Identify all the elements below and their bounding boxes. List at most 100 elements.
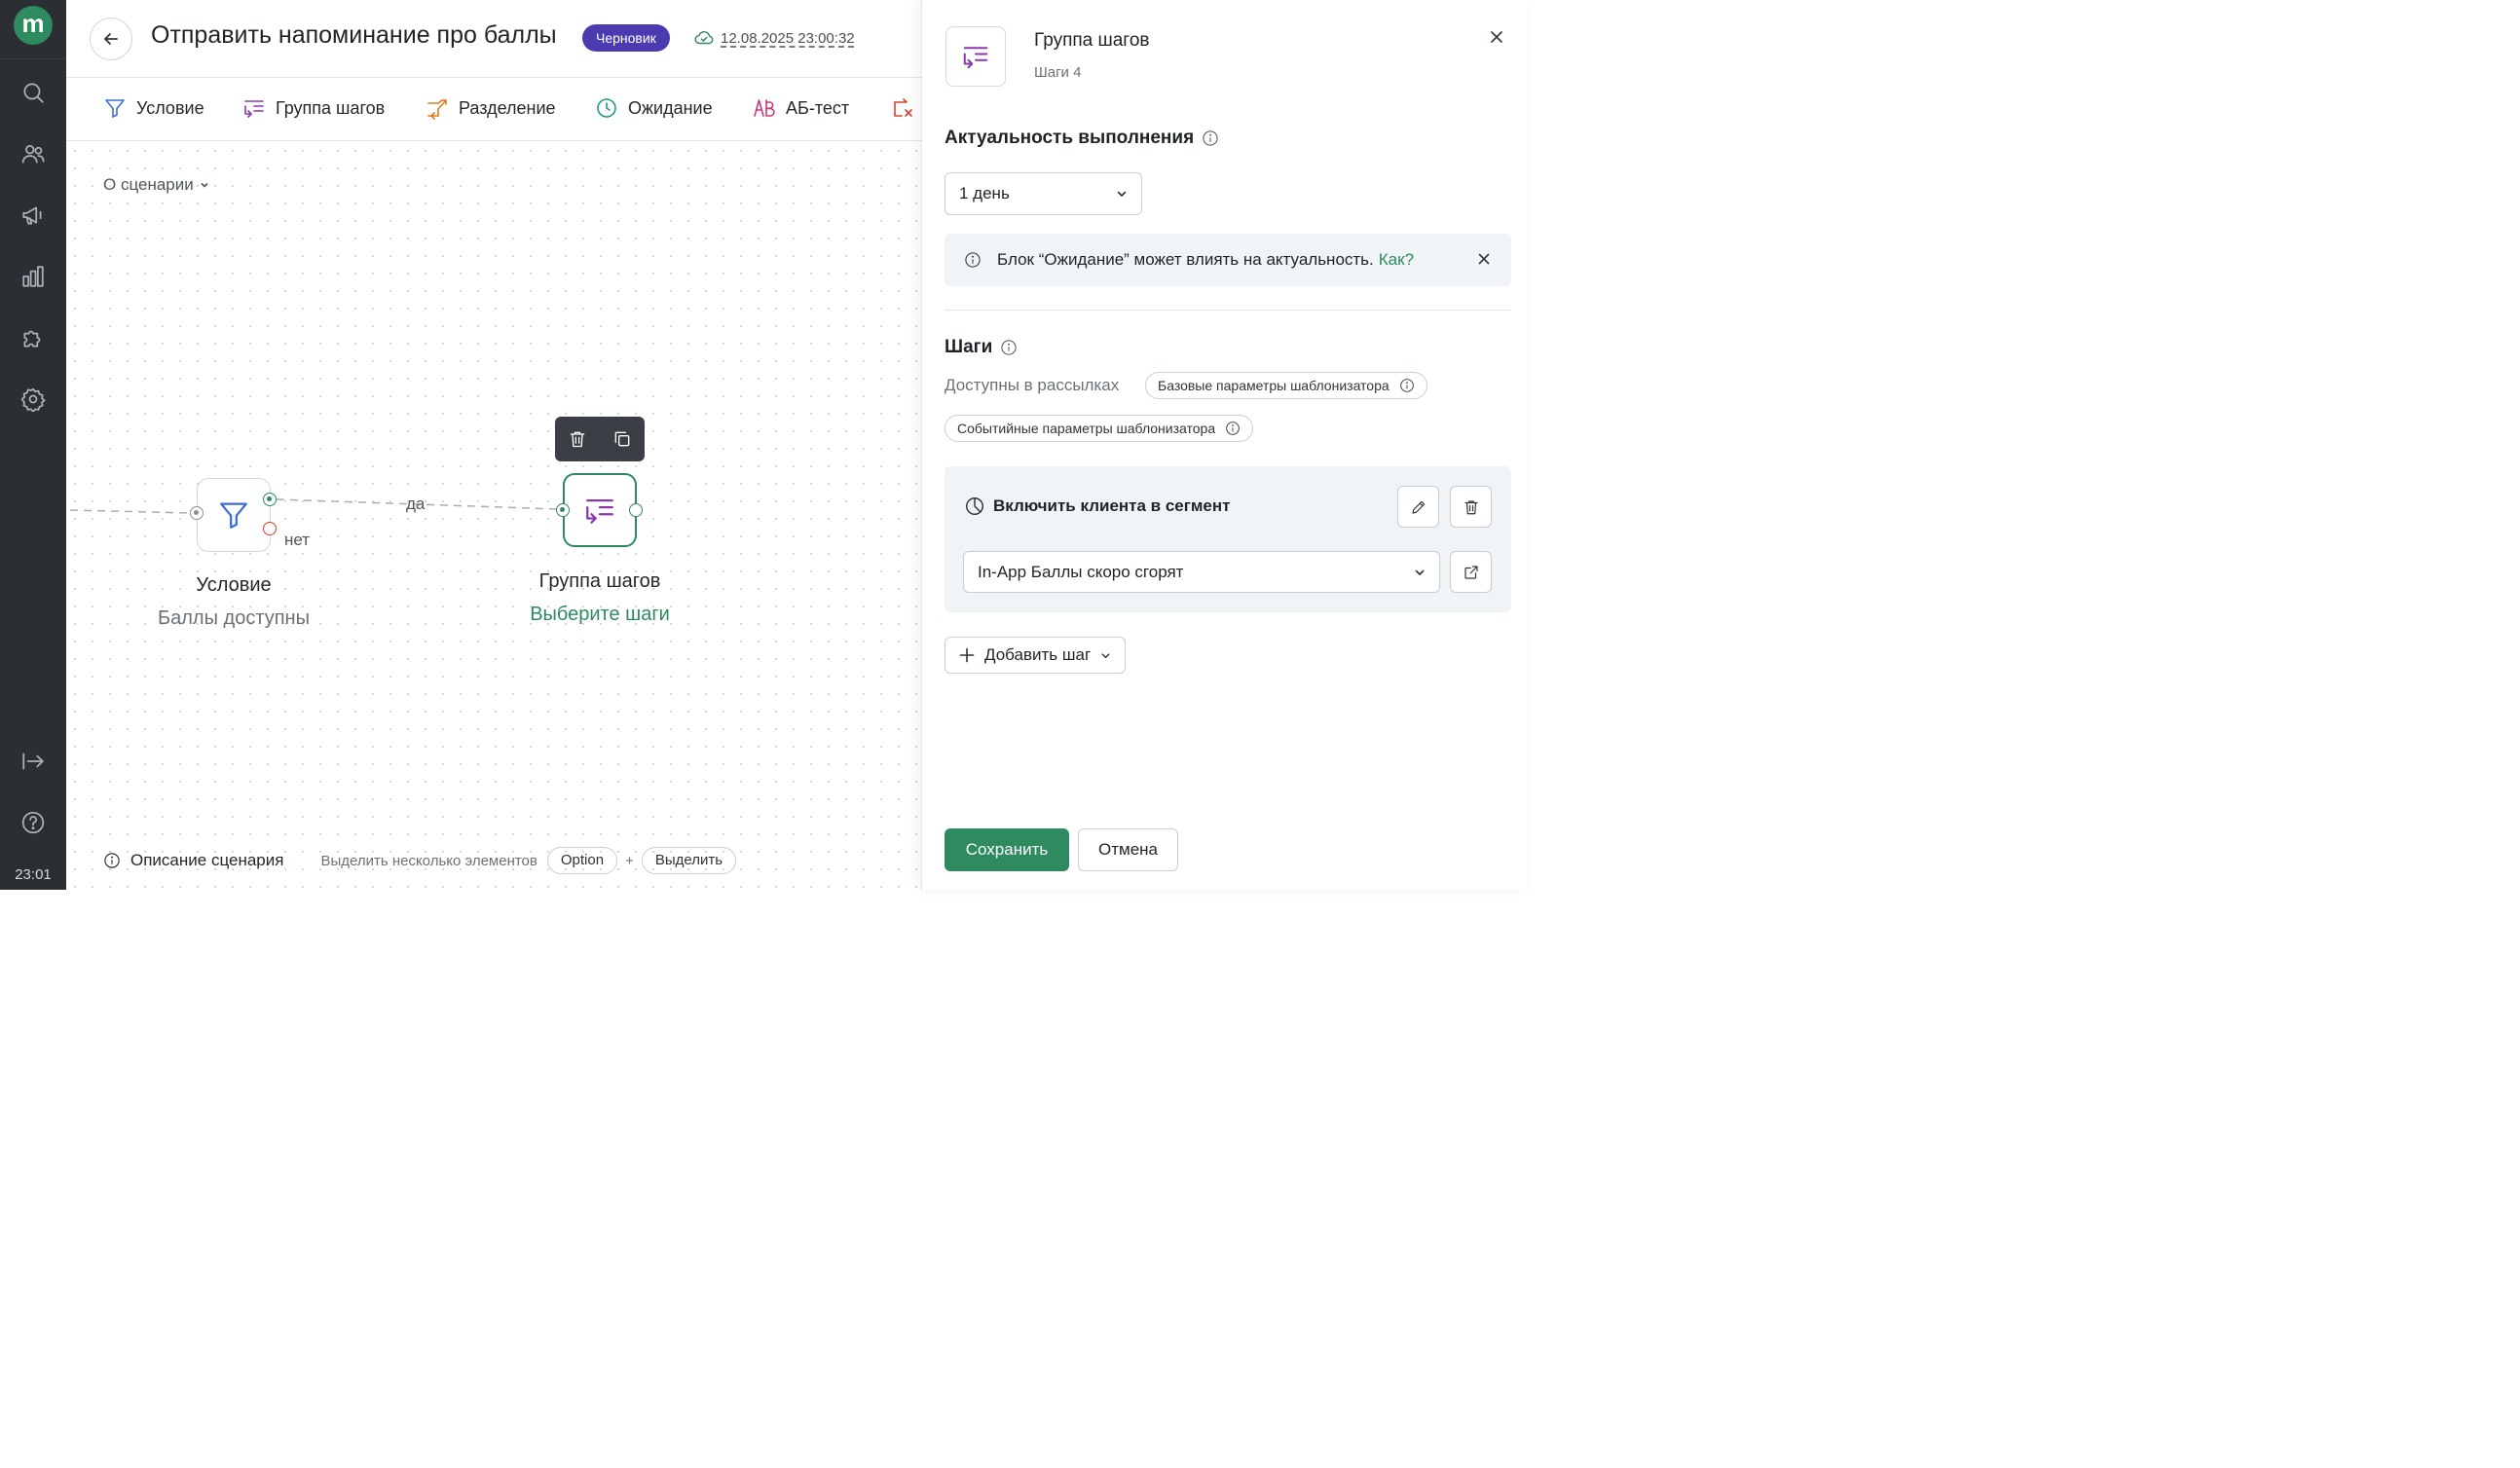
toolbar-exit[interactable] — [891, 96, 914, 120]
condition-node-title: Условие — [196, 574, 272, 596]
toolbar-wait-label: Ожидание — [628, 97, 713, 118]
chart-icon[interactable] — [19, 262, 48, 291]
key-select: Выделить — [641, 847, 737, 874]
steps-heading: Шаги — [945, 337, 1018, 358]
key-option: Option — [546, 847, 618, 874]
panel-close-button[interactable] — [1487, 27, 1506, 47]
save-button[interactable]: Сохранить — [945, 828, 1069, 871]
info-icon[interactable] — [1202, 129, 1219, 147]
chip-event-params[interactable]: Событийные параметры шаблонизатора — [945, 415, 1254, 442]
incoming-edge — [69, 509, 192, 514]
step-card: Включить клиента в сегмент In-App Баллы … — [945, 466, 1511, 612]
pencil-icon — [1411, 500, 1425, 514]
steps-group-node-subtitle[interactable]: Выберите шаги — [502, 604, 697, 626]
megaphone-icon[interactable] — [19, 201, 48, 230]
key-plus: + — [625, 852, 634, 869]
steps-group-input-port[interactable] — [556, 503, 570, 517]
trash-icon[interactable] — [568, 429, 587, 449]
toolbar-condition[interactable]: Условие — [103, 96, 204, 120]
toolbar-split[interactable]: Разделение — [426, 96, 556, 120]
back-button[interactable] — [90, 18, 132, 60]
condition-node[interactable] — [197, 478, 271, 552]
toolbar-split-label: Разделение — [459, 97, 556, 118]
toolbar-steps-group-label: Группа шагов — [276, 97, 386, 118]
exit-icon — [894, 98, 912, 117]
alert-close-button[interactable] — [1476, 251, 1492, 267]
edge-no-label: нет — [284, 531, 311, 549]
left-nav: m 23:01 — [0, 0, 66, 890]
cancel-button[interactable]: Отмена — [1078, 828, 1178, 871]
panel-title: Группа шагов — [1034, 30, 1150, 51]
users-icon[interactable] — [19, 139, 48, 168]
condition-yes-port[interactable] — [263, 493, 277, 506]
close-icon — [1478, 253, 1490, 265]
toolbar-condition-label: Условие — [136, 97, 204, 118]
chip-event-params-label: Событийные параметры шаблонизатора — [957, 421, 1216, 436]
available-in-label: Доступны в рассылках — [945, 376, 1120, 394]
relevance-alert: Блок “Ожидание” может влиять на актуальн… — [945, 234, 1511, 286]
multi-select-hint: Выделить несколько элементов — [320, 852, 537, 869]
relevance-select[interactable]: 1 день — [945, 172, 1142, 215]
segment-select[interactable]: In-App Баллы скоро сгорят — [963, 551, 1440, 593]
delete-step-button[interactable] — [1450, 486, 1492, 528]
toolbar-ab-test[interactable]: АБ-тест — [753, 96, 849, 120]
canvas-footer: Описание сценария Выделить несколько эле… — [103, 847, 737, 874]
close-icon — [1491, 31, 1502, 43]
steps-group-output-port[interactable] — [629, 503, 643, 517]
help-icon[interactable] — [19, 808, 48, 837]
clock-icon — [597, 98, 616, 118]
filter-icon — [220, 502, 247, 529]
step-title: Включить клиента в сегмент — [964, 495, 1230, 517]
ab-test-icon — [754, 99, 775, 117]
scenario-canvas[interactable]: О сценарии нет Условие Баллы доступны да — [66, 142, 921, 890]
chip-base-params-label: Базовые параметры шаблонизатора — [1158, 378, 1390, 393]
condition-node-subtitle: Баллы доступны — [158, 607, 310, 629]
nav-divider — [0, 58, 66, 59]
saved-timestamp: 12.08.2025 23:00:32 — [721, 29, 855, 47]
chevron-down-icon — [1117, 191, 1127, 197]
collapse-icon[interactable] — [19, 747, 48, 776]
plus-icon — [959, 647, 975, 663]
open-segment-button[interactable] — [1450, 551, 1492, 593]
clock: 23:01 — [15, 866, 52, 883]
segment-select-value: In-App Баллы скоро сгорят — [978, 562, 1184, 581]
trash-icon — [1464, 499, 1478, 514]
condition-no-port[interactable] — [263, 522, 277, 535]
alert-how-link[interactable]: Как? — [1379, 250, 1414, 270]
step-title-label: Включить клиента в сегмент — [993, 496, 1231, 515]
saved-status[interactable]: 12.08.2025 23:00:32 — [693, 27, 855, 49]
puzzle-icon[interactable] — [19, 323, 48, 352]
toolbar-wait[interactable]: Ожидание — [595, 96, 713, 120]
edit-step-button[interactable] — [1397, 486, 1439, 528]
segment-pie-icon — [966, 497, 983, 515]
relevance-select-value: 1 день — [959, 184, 1010, 202]
relevance-heading-label: Актуальность выполнения — [945, 128, 1195, 148]
info-icon — [965, 252, 981, 268]
steps-group-node[interactable] — [563, 473, 637, 547]
arrow-left-icon — [104, 33, 118, 45]
panel-subtitle: Шаги 4 — [1034, 64, 1082, 81]
chip-base-params[interactable]: Базовые параметры шаблонизатора — [1145, 372, 1427, 399]
condition-input-port[interactable] — [190, 506, 204, 520]
edge-yes-label: да — [406, 495, 426, 513]
info-icon — [1399, 379, 1414, 392]
steps-heading-label: Шаги — [945, 337, 993, 357]
settings-icon[interactable] — [19, 385, 48, 414]
info-icon[interactable] — [1000, 339, 1018, 356]
filter-icon — [105, 99, 125, 118]
panel-block-icon — [945, 26, 1006, 87]
alert-text: Блок “Ожидание” может влиять на актуальн… — [997, 250, 1374, 269]
page-header: Отправить напоминание про баллы Черновик… — [66, 0, 921, 78]
side-panel: Группа шагов Шаги 4 Актуальность выполне… — [921, 0, 1527, 890]
chevron-down-icon — [1415, 569, 1425, 575]
toolbar-steps-group[interactable]: Группа шагов — [242, 96, 385, 120]
copy-icon[interactable] — [612, 429, 632, 449]
status-badge: Черновик — [582, 24, 670, 52]
search-icon[interactable] — [19, 78, 48, 107]
section-divider — [945, 310, 1511, 311]
app-root: m 23:01 Отправить напоминание про баллы … — [0, 0, 1527, 890]
scenario-description-link[interactable]: Описание сценария — [130, 851, 283, 870]
split-icon — [427, 99, 447, 120]
brand-logo[interactable]: m — [14, 6, 53, 45]
add-step-button[interactable]: Добавить шаг — [945, 637, 1127, 674]
